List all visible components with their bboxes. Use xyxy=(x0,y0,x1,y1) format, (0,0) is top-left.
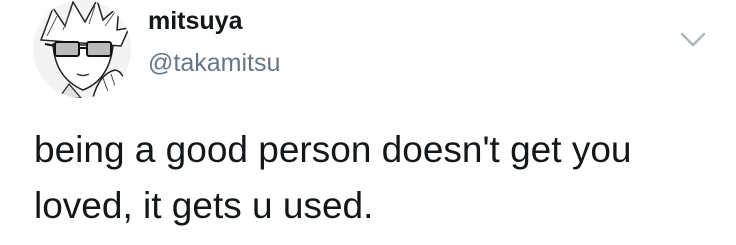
tweet-card: mitsuya @takamitsu being a good person d… xyxy=(0,0,736,245)
author-display-name[interactable]: mitsuya xyxy=(148,6,242,36)
chevron-down-icon[interactable] xyxy=(676,22,710,56)
tweet-text-line-1: being a good person doesn't get you xyxy=(34,129,632,170)
tweet-text: being a good person doesn't get you love… xyxy=(34,122,724,234)
avatar[interactable] xyxy=(33,0,131,98)
avatar-image xyxy=(33,0,131,98)
tweet-text-line-2: loved, it gets u used. xyxy=(34,185,374,226)
author-handle[interactable]: @takamitsu xyxy=(148,48,280,78)
